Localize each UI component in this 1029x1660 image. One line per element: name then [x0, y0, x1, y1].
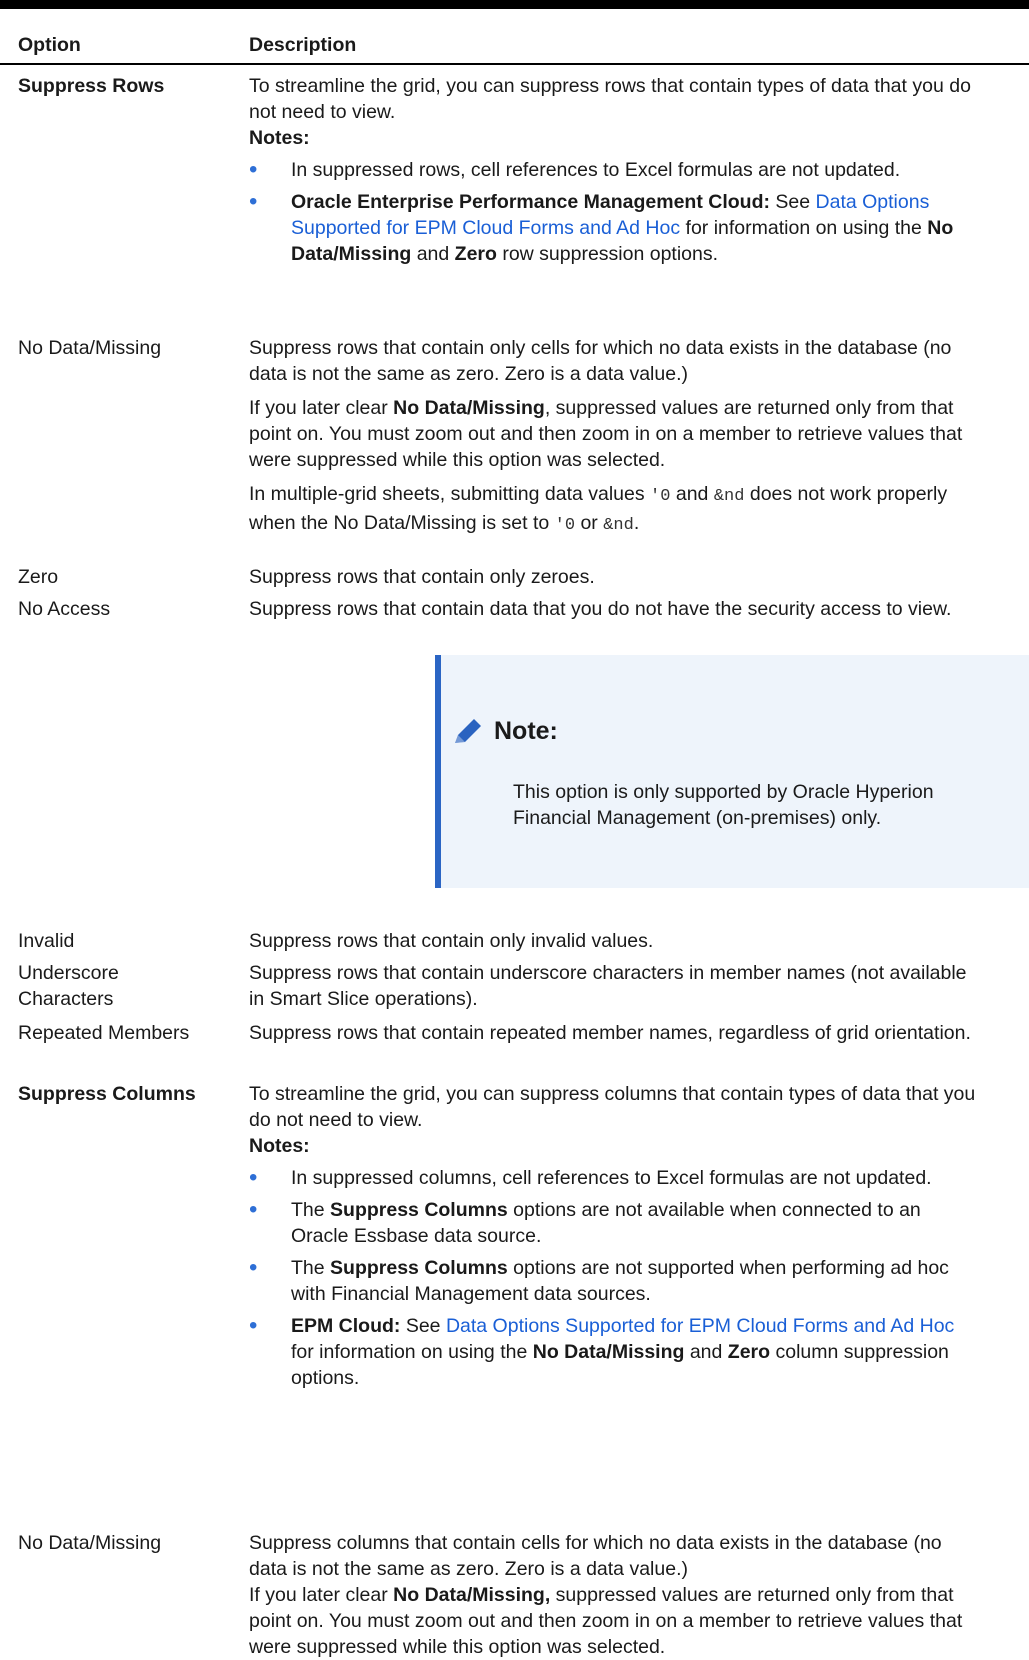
no-data-rows-description: Suppress rows that contain only cells fo… [249, 335, 979, 539]
suppress-rows-description: To streamline the grid, you can suppress… [249, 73, 979, 267]
header-description: Description [249, 34, 357, 56]
header-rule [0, 63, 1029, 65]
notes-label: Notes: [249, 127, 310, 149]
list-item: EPM Cloud: See Data Options Supported fo… [249, 1313, 979, 1391]
data-options-link[interactable]: Data Options Supported for EPM Cloud For… [446, 1315, 954, 1337]
option-no-data-missing-rows: No Data/Missing [18, 337, 162, 359]
option-suppress-rows: Suppress Rows [18, 75, 165, 97]
option-no-data-missing-columns: No Data/Missing [18, 1532, 162, 1554]
option-invalid: Invalid [18, 930, 75, 952]
zero-description: Suppress rows that contain only zeroes. [249, 566, 595, 588]
paragraph: In multiple-grid sheets, submitting data… [249, 483, 948, 535]
suppress-rows-intro: To streamline the grid, you can suppress… [249, 75, 971, 123]
paragraph: Suppress columns that contain cells for … [249, 1532, 942, 1580]
list-item: In suppressed columns, cell references t… [249, 1165, 979, 1191]
underscore-description: Suppress rows that contain underscore ch… [249, 962, 967, 1010]
list-item: The Suppress Columns options are not ava… [249, 1197, 979, 1249]
note-text: This option is only supported by Oracle … [513, 781, 934, 829]
option-zero: Zero [18, 566, 59, 588]
option-no-access: No Access [18, 598, 111, 620]
paragraph: Suppress rows that contain only cells fo… [249, 337, 952, 385]
pencil-icon [455, 719, 481, 743]
option-underscore-characters: Underscore Characters [18, 962, 119, 1010]
suppress-columns-intro: To streamline the grid, you can suppress… [249, 1083, 976, 1131]
option-repeated-members: Repeated Members [18, 1022, 190, 1044]
no-access-description: Suppress rows that contain data that you… [249, 598, 952, 620]
no-data-columns-description: Suppress columns that contain cells for … [249, 1530, 979, 1660]
list-item: The Suppress Columns options are not sup… [249, 1255, 979, 1307]
suppress-columns-description: To streamline the grid, you can suppress… [249, 1081, 979, 1391]
header-option: Option [18, 34, 81, 56]
paragraph: If you later clear No Data/Missing, supp… [249, 1584, 963, 1658]
notes-label: Notes: [249, 1135, 310, 1157]
invalid-description: Suppress rows that contain only invalid … [249, 930, 654, 952]
option-suppress-columns: Suppress Columns [18, 1083, 196, 1105]
repeated-description: Suppress rows that contain repeated memb… [249, 1022, 971, 1044]
list-item: In suppressed rows, cell references to E… [249, 157, 979, 183]
note-callout: Note: This option is only supported by O… [435, 655, 1029, 888]
top-border [0, 0, 1029, 9]
paragraph: If you later clear No Data/Missing, supp… [249, 397, 963, 471]
note-title: Note: [494, 717, 558, 745]
list-item: Oracle Enterprise Performance Management… [249, 189, 979, 267]
